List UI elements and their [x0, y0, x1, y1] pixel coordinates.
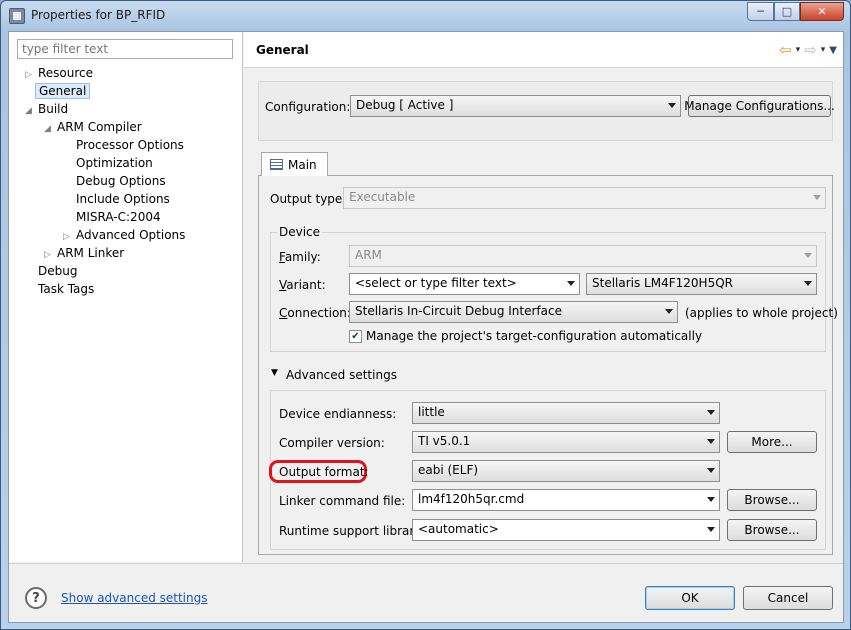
tree-item-misra[interactable]: MISRA-C:2004: [73, 208, 164, 226]
dialog-footer: ? Show advanced settings OK Cancel: [9, 563, 843, 622]
connection-select[interactable]: Stellaris In-Circuit Debug Interface: [349, 301, 678, 323]
endianness-select[interactable]: little: [412, 402, 720, 424]
properties-icon: [9, 8, 25, 24]
variant-label: Variant:: [279, 278, 326, 292]
help-icon[interactable]: ?: [25, 587, 47, 609]
variant-select[interactable]: Stellaris LM4F120H5QR: [586, 273, 817, 295]
tree-item-arm-linker[interactable]: ▷ ARM Linker: [44, 244, 127, 262]
runtime-library-label: Runtime support library:: [279, 524, 425, 538]
configuration-select[interactable]: Debug [ Active ]: [350, 95, 681, 117]
ok-button[interactable]: OK: [645, 586, 735, 610]
back-arrow-icon[interactable]: ⇦: [779, 41, 792, 59]
tree-item-arm-compiler[interactable]: ◢ ARM Compiler: [44, 118, 145, 136]
output-format-label: Output format:: [279, 465, 369, 479]
chevron-down-icon: [665, 309, 673, 314]
tree-item-debug[interactable]: Debug: [35, 262, 80, 280]
cancel-button[interactable]: Cancel: [743, 586, 833, 610]
chevron-down-icon: [567, 281, 575, 286]
output-type-label: Output type:: [270, 192, 347, 206]
tree-item-resource[interactable]: ▷ Resource: [25, 64, 96, 82]
view-menu-icon[interactable]: ▼: [829, 45, 837, 56]
chevron-down-icon: [804, 253, 812, 258]
chevron-down-icon: [707, 527, 715, 532]
properties-window: Properties for BP_RFID ─ □ ✕ ▷Resource G…: [0, 0, 851, 630]
chevron-down-icon: [668, 103, 676, 108]
category-pane: ▷Resource General ◢Build ◢ARM Compiler P…: [9, 32, 243, 562]
collapse-arrow-icon[interactable]: ◢: [44, 120, 54, 138]
tree-item-task-tags[interactable]: Task Tags: [35, 280, 97, 298]
linker-command-file-combo[interactable]: lm4f120h5qr.cmd: [412, 489, 720, 511]
compiler-version-select[interactable]: TI v5.0.1: [412, 431, 720, 453]
tree-item-advanced-options[interactable]: ▷ Advanced Options: [63, 226, 188, 244]
chevron-down-icon: [707, 439, 715, 444]
forward-dropdown-icon[interactable]: ▾: [821, 45, 826, 55]
window-title: Properties for BP_RFID: [31, 8, 166, 22]
chevron-down-icon: [707, 468, 715, 473]
family-select: ARM: [349, 245, 817, 267]
tree-item-optimization[interactable]: Optimization: [73, 154, 156, 172]
connection-label: Connection:: [279, 306, 351, 320]
chevron-down-icon: [707, 410, 715, 415]
title-bar[interactable]: Properties for BP_RFID ─ □ ✕: [1, 1, 850, 31]
manage-configurations-button[interactable]: Manage Configurations...: [684, 95, 835, 117]
connection-note: (applies to whole project): [685, 306, 838, 320]
family-label: Family:: [279, 250, 321, 264]
tree-item-processor-options[interactable]: Processor Options: [73, 136, 187, 154]
manage-target-config-checkbox[interactable]: ✔: [349, 330, 362, 343]
output-format-select[interactable]: eabi (ELF): [412, 460, 720, 482]
settings-pane: General ⇦ ▾ ⇨ ▾ ▼ Configuration: Debug […: [244, 32, 843, 562]
more-button[interactable]: More...: [727, 431, 817, 453]
collapse-arrow-icon[interactable]: ◢: [25, 102, 35, 120]
configuration-label: Configuration:: [265, 100, 351, 114]
browse-linker-button[interactable]: Browse...: [727, 489, 817, 511]
back-dropdown-icon[interactable]: ▾: [796, 45, 801, 55]
variant-filter-combo[interactable]: <select or type filter text>: [349, 273, 580, 295]
tree-item-debug-options[interactable]: Debug Options: [73, 172, 169, 190]
runtime-library-combo[interactable]: <automatic>: [412, 519, 720, 541]
device-group-label: Device: [277, 225, 323, 239]
chevron-down-icon: [804, 281, 812, 286]
linker-command-file-label: Linker command file:: [279, 494, 406, 508]
tab-main[interactable]: Main: [261, 152, 328, 176]
tree-item-include-options[interactable]: Include Options: [73, 190, 173, 208]
endianness-label: Device endianness:: [279, 407, 397, 421]
forward-arrow-icon[interactable]: ⇨: [804, 41, 817, 59]
filter-input[interactable]: [17, 39, 233, 59]
compiler-version-label: Compiler version:: [279, 436, 385, 450]
advanced-settings-toggle[interactable]: Advanced settings: [286, 368, 397, 382]
close-button[interactable]: ✕: [800, 2, 844, 21]
dialog-client: ▷Resource General ◢Build ◢ARM Compiler P…: [8, 31, 844, 623]
chevron-down-icon: [707, 497, 715, 502]
page-header: General ⇦ ▾ ⇨ ▾ ▼: [244, 32, 843, 68]
browse-runtime-button[interactable]: Browse...: [727, 519, 817, 541]
maximize-button[interactable]: □: [774, 2, 800, 21]
expand-arrow-icon[interactable]: ▷: [25, 66, 35, 84]
output-type-select: Executable: [343, 187, 826, 209]
tree-item-build[interactable]: ◢ Build: [25, 100, 71, 118]
minimize-button[interactable]: ─: [747, 2, 774, 21]
manage-target-config-label[interactable]: Manage the project's target-configuratio…: [366, 329, 702, 343]
tree-item-general[interactable]: General: [35, 82, 91, 100]
collapse-triangle-icon[interactable]: ▼: [271, 368, 278, 378]
page-title: General: [256, 43, 309, 57]
tab-main-icon: [270, 159, 283, 170]
chevron-down-icon: [813, 195, 821, 200]
show-advanced-settings-link[interactable]: Show advanced settings: [61, 591, 208, 605]
